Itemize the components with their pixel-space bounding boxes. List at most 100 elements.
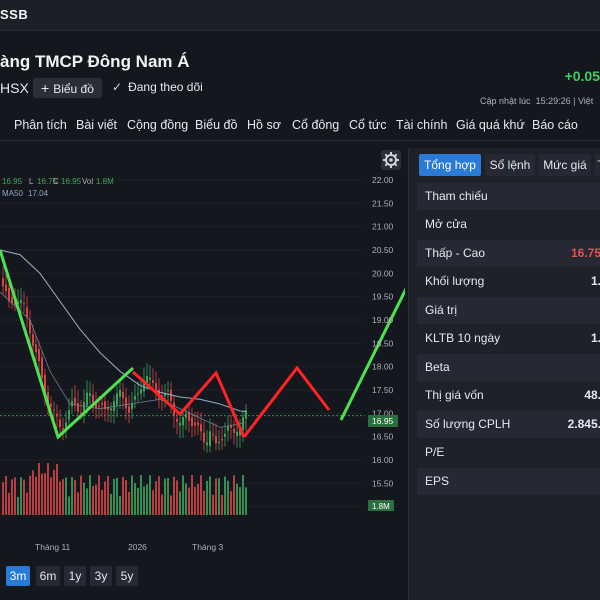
summary-row: Giá trị bbox=[417, 297, 600, 324]
tab-summary[interactable]: Tổng hợp bbox=[419, 154, 481, 176]
follow-button[interactable]: ✓ Đang theo dõi bbox=[112, 80, 203, 94]
candle-body bbox=[32, 334, 34, 346]
candle-body bbox=[227, 426, 229, 431]
candle-body bbox=[77, 402, 79, 412]
nav-item-community[interactable]: Cộng đồng bbox=[127, 118, 188, 132]
y-axis-tick-label: 20.00 bbox=[372, 268, 394, 278]
chart-button[interactable]: + Biểu đồ bbox=[33, 78, 102, 98]
updated-time: Cập nhật lúc 15:29:26 | Việt bbox=[480, 96, 593, 106]
candle-body bbox=[191, 417, 193, 427]
y-axis-tick-label: 16.50 bbox=[372, 432, 394, 442]
summary-row: KLTB 10 ngày 1. bbox=[417, 325, 600, 352]
chart-settings-button[interactable] bbox=[381, 150, 401, 170]
summary-row: Thấp - Cao 16.75 bbox=[417, 240, 600, 267]
candle-body bbox=[194, 422, 196, 426]
volume-bar bbox=[11, 479, 13, 515]
range-5y-button[interactable]: 5y bbox=[116, 566, 138, 586]
summary-row-label: Thấp - Cao bbox=[425, 246, 486, 260]
candle-body bbox=[116, 393, 118, 405]
volume-bar bbox=[86, 488, 88, 515]
candle-body bbox=[41, 357, 43, 378]
summary-row-label: KLTB 10 ngày bbox=[425, 331, 501, 345]
summary-panel: Tổng hợp Sổ lệnh Mức giá T Tham chiếu Mở … bbox=[408, 148, 600, 600]
nav-item-price-history[interactable]: Giá quá khứ bbox=[456, 118, 525, 132]
tab-more[interactable]: T bbox=[595, 154, 600, 176]
volume-bar bbox=[149, 475, 151, 515]
summary-row: Mở cửa bbox=[417, 211, 600, 238]
summary-row: Số lượng CPLH 2.845. bbox=[417, 411, 600, 438]
volume-bar bbox=[200, 475, 202, 515]
volume-bar bbox=[161, 494, 163, 515]
volume-bar bbox=[191, 475, 193, 515]
nav-item-articles[interactable]: Bài viết bbox=[76, 118, 117, 132]
tab-order-book[interactable]: Sổ lệnh bbox=[485, 154, 535, 176]
volume-bar bbox=[197, 483, 199, 515]
updated-clock: 15:29:26 bbox=[535, 96, 571, 106]
volume-bar bbox=[176, 480, 178, 515]
candle-body bbox=[197, 422, 199, 426]
nav-item-analysis[interactable]: Phân tích bbox=[14, 118, 67, 132]
volume-bar bbox=[206, 480, 208, 515]
nav-item-reports[interactable]: Báo cáo bbox=[532, 118, 578, 132]
volume-bar bbox=[224, 476, 226, 515]
volume-bar bbox=[137, 487, 139, 515]
volume-bar bbox=[53, 469, 55, 515]
candle-body bbox=[89, 393, 91, 396]
price-change: +0.05 bbox=[564, 68, 600, 84]
volume-bar bbox=[203, 490, 205, 515]
volume-bar bbox=[77, 492, 79, 515]
candle-body bbox=[8, 287, 10, 302]
candle-body bbox=[221, 438, 223, 441]
y-axis-tick-label: 20.50 bbox=[372, 245, 394, 255]
y-axis-tick-label: 17.50 bbox=[372, 385, 394, 395]
volume-bar bbox=[68, 496, 70, 515]
volume-bar bbox=[104, 481, 106, 515]
candle-body bbox=[200, 424, 202, 432]
gear-icon bbox=[383, 152, 399, 168]
nav-item-finance[interactable]: Tài chính bbox=[396, 118, 447, 132]
nav-item-chart[interactable]: Biểu đồ bbox=[195, 118, 237, 132]
y-axis-tick-label: 21.00 bbox=[372, 222, 394, 232]
candle-body bbox=[167, 390, 169, 392]
volume-bar bbox=[110, 493, 112, 515]
candle-body bbox=[185, 413, 187, 418]
candle-body bbox=[149, 377, 151, 380]
price-chart[interactable]: 22.00 21.50 21.00 20.50 20.00 19.50 19.00 18.50… bbox=[0, 148, 458, 558]
volume-bar bbox=[218, 478, 220, 515]
candle-body bbox=[128, 406, 130, 413]
nav-item-profile[interactable]: Hồ sơ bbox=[247, 118, 281, 132]
volume-bar bbox=[38, 463, 40, 515]
candle-body bbox=[125, 397, 127, 409]
nav-item-shareholders[interactable]: Cổ đông bbox=[292, 118, 339, 132]
candle-body bbox=[140, 389, 142, 394]
summary-row-value: 2.845. bbox=[567, 417, 600, 431]
ohlc-c-label: C bbox=[53, 177, 59, 186]
nav-item-dividends[interactable]: Cổ tức bbox=[349, 118, 387, 132]
volume-bar bbox=[35, 476, 37, 515]
volume-bar bbox=[125, 480, 127, 515]
range-3y-button[interactable]: 3y bbox=[90, 566, 112, 586]
candle-body bbox=[233, 428, 235, 433]
summary-row-value: 48. bbox=[584, 388, 600, 402]
chart-canvas[interactable]: 22.00 21.50 21.00 20.50 20.00 19.50 19.00 18.50… bbox=[0, 148, 458, 558]
top-bar: SSB bbox=[0, 0, 600, 31]
volume-bar bbox=[167, 478, 169, 515]
tab-price-level[interactable]: Mức giá bbox=[539, 154, 591, 176]
check-icon: ✓ bbox=[112, 80, 123, 94]
volume-bar bbox=[116, 477, 118, 515]
range-6m-button[interactable]: 6m bbox=[36, 566, 60, 586]
volume-bar bbox=[59, 481, 61, 515]
candle-body bbox=[56, 413, 58, 417]
candle-body bbox=[26, 307, 28, 318]
y-axis-tick-label: 19.50 bbox=[372, 292, 394, 302]
volume-bar bbox=[62, 479, 64, 515]
candle-body bbox=[62, 428, 64, 430]
range-1y-button[interactable]: 1y bbox=[64, 566, 86, 586]
summary-row: EPS bbox=[417, 468, 600, 495]
chart-button-label: Biểu đồ bbox=[53, 82, 94, 96]
range-3m-button[interactable]: 3m bbox=[6, 566, 30, 586]
ohlc-c-value: 16.95 bbox=[61, 177, 82, 186]
volume-bar bbox=[239, 487, 241, 515]
ohlc-l-label: L bbox=[29, 177, 34, 186]
candle-body bbox=[203, 432, 205, 443]
